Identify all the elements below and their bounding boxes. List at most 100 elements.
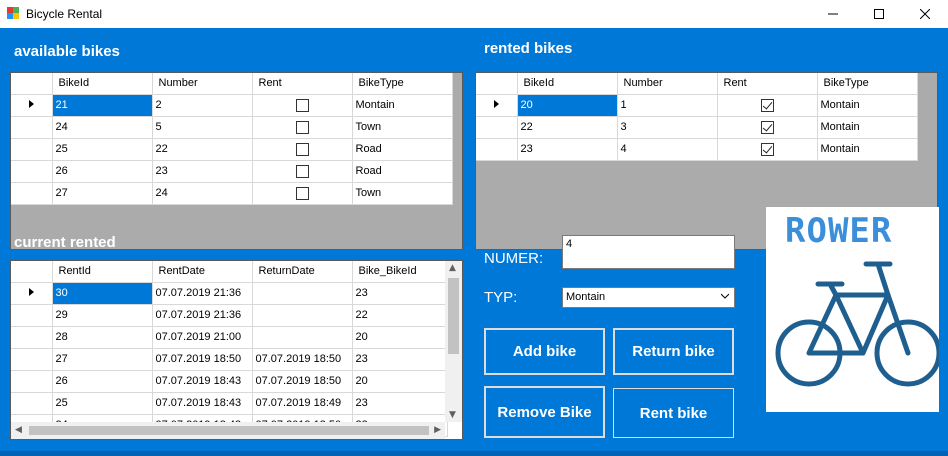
cell-bike-type[interactable]: Road [352,160,453,183]
cell-bike-id[interactable]: 23 [517,138,618,161]
column-header[interactable]: RentId [52,261,153,283]
cell-number[interactable]: 24 [152,182,253,205]
table-row[interactable]: 27 24 Town [11,182,453,205]
column-header[interactable]: ReturnDate [252,261,353,283]
rent-checkbox[interactable] [760,120,774,134]
row-header[interactable] [11,282,53,305]
table-row[interactable]: 26 07.07.2019 18:43 07.07.2019 18:50 20 [11,370,448,393]
cell-bike-type[interactable]: Montain [817,138,918,161]
cell-return-date[interactable] [252,304,353,327]
cell-rent-date[interactable]: 07.07.2019 21:36 [152,304,253,327]
table-row[interactable]: 22 3 Montain [476,116,918,139]
cell-rent[interactable] [717,116,818,139]
cell-rent-date[interactable]: 07.07.2019 18:43 [152,370,253,393]
rent-checkbox[interactable] [295,186,309,200]
cell-rent[interactable] [252,94,353,117]
cell-bike-id[interactable]: 20 [352,326,448,349]
table-row[interactable]: 29 07.07.2019 21:36 22 [11,304,448,327]
row-header[interactable] [11,326,53,349]
scroll-left-icon[interactable]: ◀ [15,425,22,435]
column-header[interactable]: Number [152,73,253,95]
cell-rent[interactable] [252,138,353,161]
rent-checkbox[interactable] [295,164,309,178]
cell-bike-id[interactable]: 26 [52,160,153,183]
table-row[interactable]: 28 07.07.2019 21:00 20 [11,326,448,349]
cell-bike-type[interactable]: Montain [817,94,918,117]
maximize-button[interactable] [856,0,902,28]
rent-bike-button[interactable]: Rent bike [613,388,734,438]
cell-rent-id[interactable]: 25 [52,392,153,415]
cell-number[interactable]: 23 [152,160,253,183]
cell-number[interactable]: 2 [152,94,253,117]
current-rented-grid[interactable]: RentId RentDate ReturnDate Bike_BikeId 3… [10,260,463,440]
rent-checkbox[interactable] [760,142,774,156]
row-header[interactable] [11,370,53,393]
table-row[interactable]: 26 23 Road [11,160,453,183]
row-header[interactable] [11,182,53,205]
cell-rent[interactable] [717,94,818,117]
row-header[interactable] [11,116,53,139]
cell-number[interactable]: 5 [152,116,253,139]
cell-rent[interactable] [252,160,353,183]
row-header[interactable] [11,392,53,415]
rent-checkbox[interactable] [295,120,309,134]
cell-return-date[interactable]: 07.07.2019 18:49 [252,392,353,415]
available-bikes-grid[interactable]: BikeId Number Rent BikeType 21 2 Montain… [10,72,463,250]
remove-bike-button[interactable]: Remove Bike [484,386,605,438]
column-header[interactable]: BikeType [817,73,918,95]
column-header[interactable]: BikeId [52,73,153,95]
horizontal-scrollbar[interactable]: ◀ ▶ [11,422,445,439]
column-header[interactable]: BikeId [517,73,618,95]
row-header[interactable] [11,94,53,117]
cell-rent-id[interactable]: 29 [52,304,153,327]
row-header[interactable] [11,304,53,327]
cell-bike-id[interactable]: 23 [352,282,448,305]
table-row[interactable]: 23 4 Montain [476,138,918,161]
column-header[interactable]: BikeType [352,73,453,95]
scroll-right-icon[interactable]: ▶ [434,425,441,435]
cell-bike-id[interactable]: 23 [352,392,448,415]
cell-return-date[interactable]: 07.07.2019 18:50 [252,370,353,393]
cell-bike-id[interactable]: 20 [517,94,618,117]
cell-bike-id[interactable]: 21 [52,94,153,117]
column-header[interactable]: Number [617,73,718,95]
cell-bike-type[interactable]: Town [352,116,453,139]
minimize-button[interactable] [810,0,856,28]
row-header[interactable] [11,160,53,183]
return-bike-button[interactable]: Return bike [613,328,734,375]
add-bike-button[interactable]: Add bike [484,328,605,375]
cell-number[interactable]: 1 [617,94,718,117]
table-row[interactable]: 25 07.07.2019 18:43 07.07.2019 18:49 23 [11,392,448,415]
table-row[interactable]: 24 5 Town [11,116,453,139]
close-button[interactable] [902,0,948,28]
cell-number[interactable]: 3 [617,116,718,139]
table-row[interactable]: 27 07.07.2019 18:50 07.07.2019 18:50 23 [11,348,448,371]
scroll-down-icon[interactable]: ▼ [449,410,456,420]
cell-bike-type[interactable]: Montain [817,116,918,139]
vertical-scroll-thumb[interactable] [448,278,459,354]
row-header[interactable] [476,138,518,161]
cell-rent-id[interactable]: 28 [52,326,153,349]
cell-bike-id[interactable]: 27 [52,182,153,205]
scroll-up-icon[interactable]: ▲ [449,263,456,273]
cell-return-date[interactable]: 07.07.2019 18:50 [252,348,353,371]
cell-return-date[interactable] [252,326,353,349]
column-header[interactable]: RentDate [152,261,253,283]
vertical-scrollbar[interactable]: ▲ ▼ [445,261,462,422]
column-header[interactable]: Rent [252,73,353,95]
cell-number[interactable]: 4 [617,138,718,161]
row-header[interactable] [476,116,518,139]
horizontal-scroll-thumb[interactable] [29,426,429,435]
cell-bike-id[interactable]: 24 [52,116,153,139]
cell-bike-id[interactable]: 20 [352,370,448,393]
rent-checkbox[interactable] [295,98,309,112]
cell-bike-id[interactable]: 22 [352,304,448,327]
cell-bike-type[interactable]: Road [352,138,453,161]
table-row[interactable]: 30 07.07.2019 21:36 23 [11,282,448,305]
cell-rent-date[interactable]: 07.07.2019 21:00 [152,326,253,349]
row-header[interactable] [476,94,518,117]
cell-bike-type[interactable]: Town [352,182,453,205]
table-row[interactable]: 21 2 Montain [11,94,453,117]
cell-bike-type[interactable]: Montain [352,94,453,117]
cell-rent[interactable] [717,138,818,161]
